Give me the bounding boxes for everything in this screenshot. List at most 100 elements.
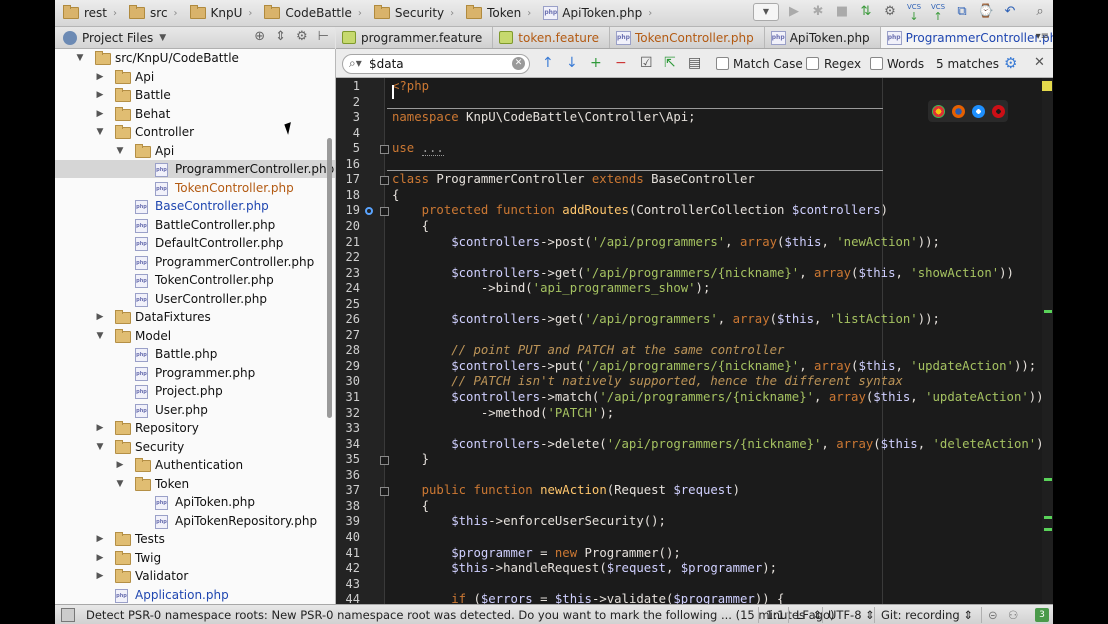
code-line[interactable]: { xyxy=(392,499,429,513)
tree-folder[interactable]: ▼ Model xyxy=(55,327,335,345)
collapse-arrow-icon[interactable]: ▶ xyxy=(95,530,105,548)
expand-arrow-icon[interactable]: ▼ xyxy=(75,49,85,67)
line-number-gutter[interactable]: 1 2 3 4 5 16 17 18 19 20 21 22 23 24 25 26 27 28 29 30 31 32 3… xyxy=(336,78,389,604)
code-line[interactable]: ->method('PATCH'); xyxy=(392,406,614,420)
gear-icon[interactable]: ⚙ xyxy=(296,29,308,44)
code-line[interactable]: $controllers->delete('/api/programmers/{… xyxy=(392,437,1053,451)
tree-file[interactable]: php BattleController.php xyxy=(55,216,335,234)
match-marker[interactable] xyxy=(1044,516,1052,519)
select-all-occurrences-icon[interactable]: ☑ xyxy=(640,55,653,71)
code-line[interactable]: $controllers->get('/api/programmers/{nic… xyxy=(392,266,1014,280)
code-editor[interactable]: 1 2 3 4 5 16 17 18 19 20 21 22 23 24 25 26 27 28 29 30 31 32 3… xyxy=(336,78,1053,604)
code-line[interactable]: use ... xyxy=(392,141,444,157)
locate-icon[interactable]: ⊕ xyxy=(254,29,265,44)
collapse-arrow-icon[interactable]: ▶ xyxy=(95,549,105,567)
match-marker[interactable] xyxy=(1044,478,1052,481)
code-line[interactable]: } xyxy=(392,452,429,466)
compare-icon[interactable]: ⧉ xyxy=(953,3,971,21)
editor-tab[interactable]: token.feature xyxy=(493,27,610,48)
code-line[interactable]: ->bind('api_programmers_show'); xyxy=(392,281,711,295)
error-stripe[interactable] xyxy=(1042,78,1053,604)
vcs-branch[interactable]: Git: recording ⇕ xyxy=(881,608,973,622)
code-line[interactable]: protected function addRoutes(ControllerC… xyxy=(392,203,888,217)
tree-file[interactable]: php Battle.php xyxy=(55,345,335,363)
fold-marker-icon[interactable] xyxy=(380,207,389,217)
next-occurrence-icon[interactable]: ↓ xyxy=(566,55,578,71)
fold-marker-icon[interactable] xyxy=(380,487,389,497)
project-view-selector[interactable]: Project Files xyxy=(82,31,153,45)
code-line[interactable]: { xyxy=(392,188,399,202)
fold-marker-icon[interactable] xyxy=(380,456,389,466)
code-line[interactable]: $this->enforceUserSecurity(); xyxy=(392,514,666,528)
tree-file[interactable]: php TokenController.php xyxy=(55,271,335,289)
tree-file[interactable]: php User.php xyxy=(55,401,335,419)
collapse-arrow-icon[interactable]: ▶ xyxy=(95,86,105,104)
tree-folder[interactable]: ▶ Repository xyxy=(55,419,335,437)
previous-occurrence-icon[interactable]: ↑ xyxy=(542,55,554,71)
search-input[interactable]: ⌕▾ $data ✕ xyxy=(342,54,530,74)
settings-icon[interactable]: ⚙ xyxy=(881,3,899,21)
code-line[interactable]: <?php xyxy=(392,79,429,93)
tree-file[interactable]: php BaseController.php xyxy=(55,197,335,215)
tree-folder[interactable]: ▶ Authentication xyxy=(55,456,335,474)
code-line[interactable]: if ($errors = $this->validate($programme… xyxy=(392,592,784,604)
tree-folder[interactable]: ▶ Api xyxy=(55,68,335,86)
match-case-checkbox[interactable] xyxy=(716,57,729,70)
match-marker[interactable] xyxy=(1044,528,1052,531)
tree-file[interactable]: php ProgrammerController.php xyxy=(55,253,335,271)
tree-folder[interactable]: ▶ Validator xyxy=(55,567,335,585)
breadcrumb-rest[interactable]: rest › xyxy=(57,3,121,23)
tree-folder[interactable]: ▶ Twig xyxy=(55,549,335,567)
collapse-arrow-icon[interactable]: ▶ xyxy=(95,105,105,123)
fold-marker-icon[interactable] xyxy=(380,176,389,186)
tree-file[interactable]: php TokenController.php xyxy=(55,179,335,197)
collapse-all-icon[interactable]: ⇕ xyxy=(275,29,286,44)
safari-icon[interactable] xyxy=(971,104,985,118)
editor-tab[interactable]: php ProgrammerController.php xyxy=(880,27,1053,48)
breadcrumb-security[interactable]: Security › xyxy=(368,3,458,23)
code-line[interactable]: class ProgrammerController extends BaseC… xyxy=(392,172,755,186)
caret-position[interactable]: 1:1 xyxy=(766,608,785,622)
hide-panel-icon[interactable]: ⊢ xyxy=(318,29,329,44)
collapse-arrow-icon[interactable]: ▶ xyxy=(115,456,125,474)
export-occurrences-icon[interactable]: ⇱ xyxy=(664,55,676,71)
tree-folder[interactable]: ▶ Battle xyxy=(55,86,335,104)
tree-folder[interactable]: ▼ Security xyxy=(55,438,335,456)
sync-icon[interactable]: ⇅ xyxy=(857,3,875,21)
vcs-update-icon[interactable]: VCS ↓ xyxy=(905,3,923,22)
tree-file[interactable]: php Project.php xyxy=(55,382,335,400)
code-line[interactable]: $controllers->post('/api/programmers', a… xyxy=(392,235,940,249)
history-icon[interactable]: ⌚ xyxy=(977,3,995,21)
search-everywhere-icon[interactable]: ⌕ xyxy=(1031,3,1049,21)
clear-search-icon[interactable]: ✕ xyxy=(512,57,525,70)
words-checkbox[interactable] xyxy=(870,57,883,70)
code-line[interactable]: // PATCH isn't natively supported, hence… xyxy=(392,374,903,388)
expand-arrow-icon[interactable]: ▼ xyxy=(115,475,125,493)
tree-file[interactable]: php UserController.php xyxy=(55,290,335,308)
tree-file[interactable]: php ProgrammerController.php xyxy=(55,160,335,178)
tree-file[interactable]: php Programmer.php xyxy=(55,364,335,382)
code-line[interactable]: $controllers->match('/api/programmers/{n… xyxy=(392,390,1043,404)
code-line[interactable]: $controllers->get('/api/programmers', ar… xyxy=(392,312,940,326)
tool-windows-icon[interactable] xyxy=(61,608,75,622)
tree-file[interactable]: php ApiToken.php xyxy=(55,493,335,511)
vcs-commit-icon[interactable]: VCS ↑ xyxy=(929,3,947,22)
code-line[interactable]: // point PUT and PATCH at the same contr… xyxy=(392,343,784,357)
breadcrumb-codebattle[interactable]: CodeBattle › xyxy=(258,3,365,23)
breadcrumb-src[interactable]: src › xyxy=(123,3,182,23)
tree-folder[interactable]: ▶ Behat xyxy=(55,105,335,123)
expand-arrow-icon[interactable]: ▼ xyxy=(95,123,105,141)
code-line[interactable]: namespace KnpU\CodeBattle\Controller\Api… xyxy=(392,110,696,124)
code-line[interactable]: { xyxy=(392,219,429,233)
stop-icon[interactable]: ■ xyxy=(833,3,851,21)
firefox-icon[interactable] xyxy=(951,104,965,118)
override-marker-icon[interactable] xyxy=(365,207,373,215)
debug-icon[interactable]: ✱ xyxy=(809,3,827,21)
tree-file[interactable]: php Application.php xyxy=(55,586,335,604)
add-occurrence-icon[interactable]: + xyxy=(590,55,602,71)
run-config-dropdown[interactable]: ▼ xyxy=(753,3,779,21)
tree-folder[interactable]: ▶ Tests xyxy=(55,530,335,548)
file-encoding[interactable]: UTF-8 ⇕ xyxy=(828,608,875,622)
remove-occurrence-icon[interactable]: − xyxy=(615,55,627,71)
tree-folder[interactable]: ▼ Api xyxy=(55,142,335,160)
